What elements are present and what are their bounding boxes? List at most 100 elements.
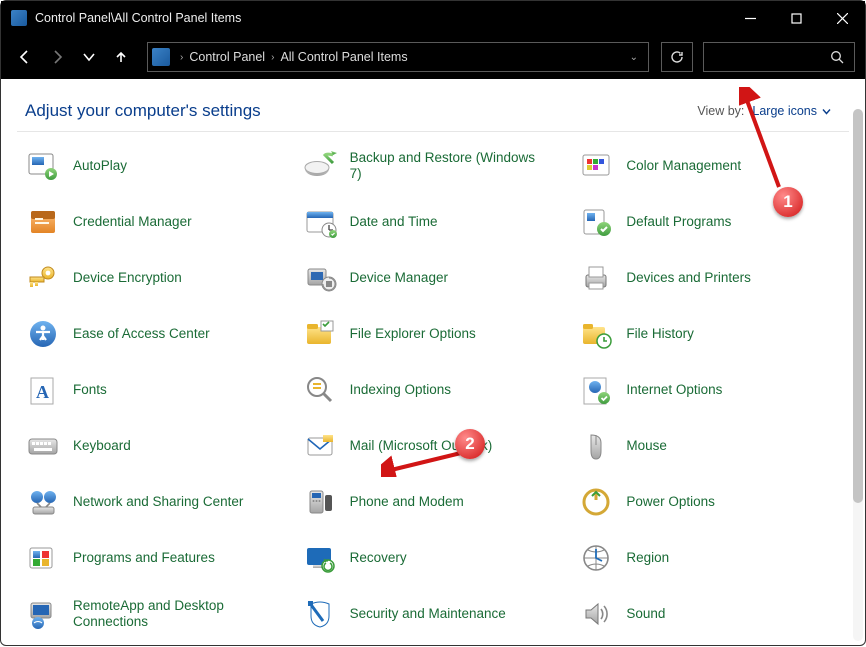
chevron-right-icon[interactable]: › bbox=[174, 52, 189, 63]
control-panel-item[interactable]: Power Options bbox=[578, 482, 841, 522]
item-label: File History bbox=[626, 326, 694, 342]
breadcrumb[interactable]: › Control Panel › All Control Panel Item… bbox=[147, 42, 649, 72]
item-label: Region bbox=[626, 550, 669, 566]
devices-printers-icon bbox=[578, 260, 614, 296]
control-panel-item[interactable]: RemoteApp and Desktop Connections bbox=[25, 594, 288, 634]
mail-icon bbox=[302, 428, 338, 464]
control-panel-item[interactable]: Region bbox=[578, 538, 841, 578]
item-label: Programs and Features bbox=[73, 550, 215, 566]
keyboard-icon bbox=[25, 428, 61, 464]
item-label: Indexing Options bbox=[350, 382, 451, 398]
view-by-control: View by: Large icons bbox=[697, 104, 831, 118]
control-panel-item[interactable]: Mail (Microsoft Outlook) bbox=[302, 426, 565, 466]
file-explorer-options-icon bbox=[302, 316, 338, 352]
mouse-icon bbox=[578, 428, 614, 464]
recovery-icon bbox=[302, 540, 338, 576]
item-label: Mouse bbox=[626, 438, 667, 454]
item-label: Color Management bbox=[626, 158, 741, 174]
divider bbox=[17, 131, 849, 132]
item-label: File Explorer Options bbox=[350, 326, 476, 342]
forward-button[interactable] bbox=[43, 43, 71, 71]
control-panel-item[interactable]: Device Manager bbox=[302, 258, 565, 298]
minimize-button[interactable] bbox=[727, 1, 773, 35]
device-encryption-icon bbox=[25, 260, 61, 296]
item-label: Fonts bbox=[73, 382, 107, 398]
chevron-down-icon[interactable]: ⌄ bbox=[624, 52, 644, 63]
refresh-button[interactable] bbox=[661, 42, 693, 72]
control-panel-item[interactable]: AutoPlay bbox=[25, 146, 288, 186]
item-label: Internet Options bbox=[626, 382, 722, 398]
control-panel-item[interactable]: Indexing Options bbox=[302, 370, 565, 410]
control-panel-item[interactable]: Color Management bbox=[578, 146, 841, 186]
window-controls bbox=[727, 1, 865, 35]
control-panel-item[interactable]: Programs and Features bbox=[25, 538, 288, 578]
control-panel-item[interactable]: Recovery bbox=[302, 538, 565, 578]
breadcrumb-seg-1[interactable]: Control Panel bbox=[189, 50, 265, 64]
item-label: Ease of Access Center bbox=[73, 326, 210, 342]
programs-features-icon bbox=[25, 540, 61, 576]
control-panel-icon bbox=[152, 48, 170, 66]
window-titlebar: Control Panel\All Control Panel Items bbox=[1, 1, 865, 35]
default-programs-icon bbox=[578, 204, 614, 240]
annotation-badge-1: 1 bbox=[773, 187, 803, 217]
scrollbar[interactable] bbox=[853, 109, 863, 641]
control-panel-item[interactable]: Network and Sharing Center bbox=[25, 482, 288, 522]
control-panel-item[interactable]: Phone and Modem bbox=[302, 482, 565, 522]
control-panel-item[interactable]: Keyboard bbox=[25, 426, 288, 466]
date-time-icon bbox=[302, 204, 338, 240]
item-label: Sound bbox=[626, 606, 665, 622]
control-panel-item[interactable]: Devices and Printers bbox=[578, 258, 841, 298]
power-options-icon bbox=[578, 484, 614, 520]
device-manager-icon bbox=[302, 260, 338, 296]
page-heading: Adjust your computer's settings bbox=[25, 101, 261, 121]
phone-modem-icon bbox=[302, 484, 338, 520]
chevron-down-icon bbox=[822, 107, 831, 116]
content-area: Adjust your computer's settings View by:… bbox=[1, 79, 865, 647]
item-label: Device Manager bbox=[350, 270, 448, 286]
view-by-value: Large icons bbox=[752, 104, 817, 118]
control-panel-item[interactable]: Mouse bbox=[578, 426, 841, 466]
fonts-icon bbox=[25, 372, 61, 408]
item-label: AutoPlay bbox=[73, 158, 127, 174]
maximize-button[interactable] bbox=[773, 1, 819, 35]
control-panel-item[interactable]: Internet Options bbox=[578, 370, 841, 410]
autoplay-icon bbox=[25, 148, 61, 184]
back-button[interactable] bbox=[11, 43, 39, 71]
credential-manager-icon bbox=[25, 204, 61, 240]
search-input[interactable] bbox=[703, 42, 855, 72]
recent-locations-button[interactable] bbox=[75, 43, 103, 71]
control-panel-grid: AutoPlay Backup and Restore (Windows 7) Co… bbox=[25, 146, 841, 634]
control-panel-item[interactable]: Fonts bbox=[25, 370, 288, 410]
window-icon bbox=[11, 10, 27, 26]
item-label: Recovery bbox=[350, 550, 407, 566]
breadcrumb-seg-2[interactable]: All Control Panel Items bbox=[280, 50, 407, 64]
item-label: RemoteApp and Desktop Connections bbox=[73, 598, 263, 630]
control-panel-item[interactable]: Credential Manager bbox=[25, 202, 288, 242]
control-panel-item[interactable]: Security and Maintenance bbox=[302, 594, 565, 634]
security-maintenance-icon bbox=[302, 596, 338, 632]
control-panel-item[interactable]: Ease of Access Center bbox=[25, 314, 288, 354]
item-label: Security and Maintenance bbox=[350, 606, 506, 622]
item-label: Devices and Printers bbox=[626, 270, 751, 286]
control-panel-item[interactable]: Backup and Restore (Windows 7) bbox=[302, 146, 565, 186]
view-by-dropdown[interactable]: Large icons bbox=[752, 104, 831, 118]
item-label: Default Programs bbox=[626, 214, 731, 230]
item-label: Keyboard bbox=[73, 438, 131, 454]
item-label: Credential Manager bbox=[73, 214, 192, 230]
control-panel-item[interactable]: Date and Time bbox=[302, 202, 565, 242]
up-button[interactable] bbox=[107, 43, 135, 71]
chevron-right-icon[interactable]: › bbox=[265, 52, 280, 63]
network-sharing-icon bbox=[25, 484, 61, 520]
item-label: Network and Sharing Center bbox=[73, 494, 243, 510]
control-panel-item[interactable]: Sound bbox=[578, 594, 841, 634]
control-panel-item[interactable]: File Explorer Options bbox=[302, 314, 565, 354]
close-button[interactable] bbox=[819, 1, 865, 35]
remoteapp-icon bbox=[25, 596, 61, 632]
scrollbar-thumb[interactable] bbox=[853, 109, 863, 503]
color-management-icon bbox=[578, 148, 614, 184]
sound-icon bbox=[578, 596, 614, 632]
window-title: Control Panel\All Control Panel Items bbox=[35, 11, 241, 25]
search-icon bbox=[830, 50, 844, 64]
control-panel-item[interactable]: File History bbox=[578, 314, 841, 354]
control-panel-item[interactable]: Device Encryption bbox=[25, 258, 288, 298]
